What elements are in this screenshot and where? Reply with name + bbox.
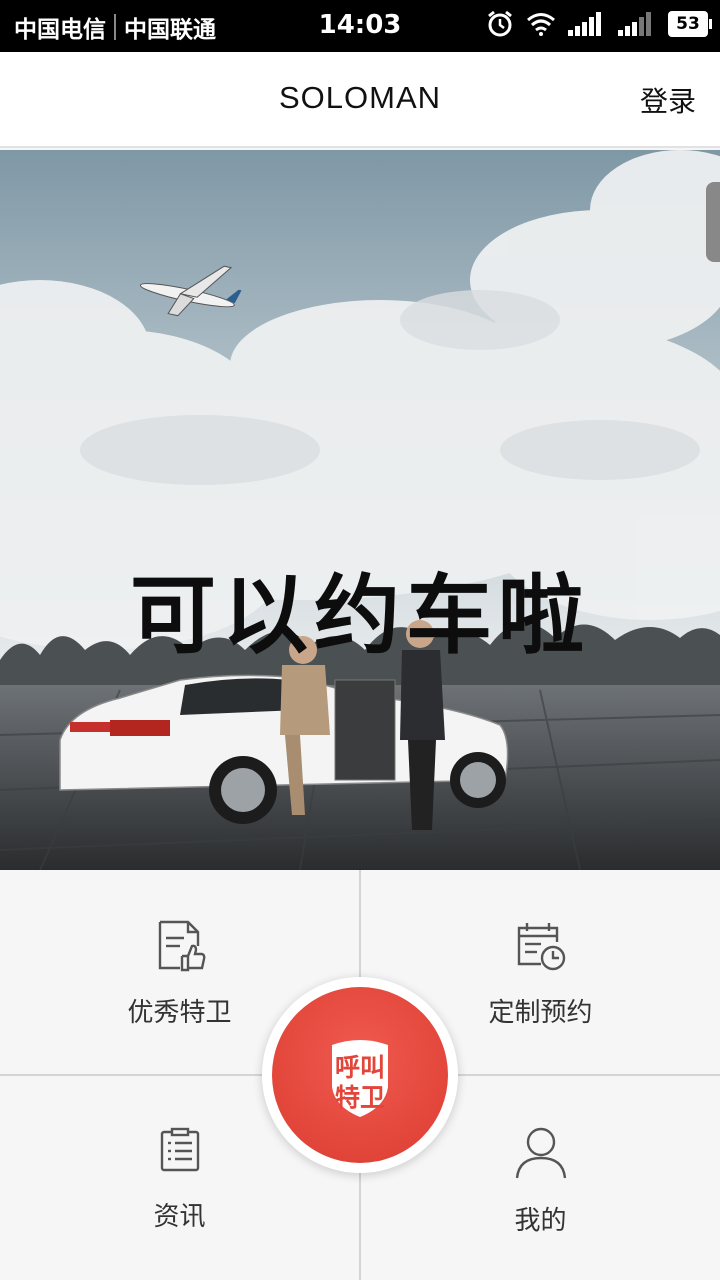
battery-level: 53 — [668, 11, 712, 37]
alarm-icon — [488, 10, 512, 37]
call-guard-button[interactable]: 呼叫 特卫 — [262, 977, 458, 1173]
hero-banner[interactable]: 可以约车啦 — [0, 150, 720, 870]
status-bar: 中国电信 中国联通 14:03 53 — [0, 0, 720, 52]
call-button-line1: 呼叫 — [334, 1053, 385, 1082]
menu-item-label: 我的 — [514, 1206, 567, 1236]
call-button-line2: 特卫 — [334, 1083, 385, 1112]
signal-icon — [568, 12, 601, 36]
scroll-handle[interactable] — [706, 182, 720, 262]
app-title: SOLOMAN — [278, 80, 442, 115]
menu-item-label: 资讯 — [153, 1202, 206, 1232]
wifi-icon — [527, 13, 555, 36]
document-thumbs-up-icon — [158, 920, 205, 972]
calendar-clock-icon — [517, 923, 565, 971]
call-button-label: 呼叫 特卫 — [272, 1053, 448, 1113]
call-button-circle: 呼叫 特卫 — [272, 987, 448, 1163]
banner-illustration — [0, 150, 720, 870]
app-header: SOLOMAN 登录 — [0, 52, 720, 148]
login-button[interactable]: 登录 — [640, 80, 696, 120]
banner-headline: 可以约车啦 — [130, 566, 590, 666]
status-icons: 53 — [486, 10, 712, 38]
user-icon — [515, 1127, 566, 1179]
news-list-icon — [160, 1127, 199, 1172]
signal-icon — [618, 12, 651, 36]
